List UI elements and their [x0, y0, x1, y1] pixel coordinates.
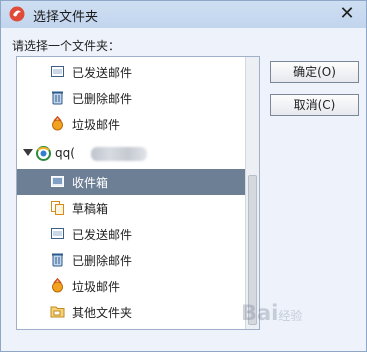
title-bar[interactable]: 选择文件夹 ✕ [1, 1, 366, 28]
tree-item-deleted[interactable]: 已删除邮件 [17, 85, 245, 111]
tree-item-inbox[interactable]: 收件箱 [17, 169, 245, 195]
tree-item-spam[interactable]: 垃圾邮件 [17, 111, 245, 137]
tree-item-sent[interactable]: 已发送邮件 [17, 59, 245, 85]
dialog-title: 选择文件夹 [33, 10, 99, 25]
app-logo-icon [9, 6, 25, 22]
spam-icon [52, 116, 63, 131]
tree-item-label: 已发送邮件 [72, 228, 133, 242]
tree-item-label: 已发送邮件 [72, 66, 133, 80]
select-folder-dialog: 选择文件夹 ✕ 请选择一个文件夹： 已发送邮件 已删除邮件 垃圾邮件 qq(收… [0, 0, 367, 352]
redacted-account-name [91, 147, 147, 161]
tree-item-label: 草稿箱 [72, 202, 109, 216]
cancel-button[interactable]: 取消(C) [270, 94, 359, 116]
prompt-label: 请选择一个文件夹： [12, 39, 121, 53]
folder-icon [50, 306, 65, 318]
account-icon [36, 146, 51, 161]
tree-item-label: 垃圾邮件 [72, 118, 121, 132]
close-icon[interactable]: ✕ [336, 3, 358, 25]
tree-item-sent[interactable]: 已发送邮件 [17, 221, 245, 247]
tree-item-drafts[interactable]: 草稿箱 [17, 195, 245, 221]
watermark-main: Bai [241, 301, 279, 325]
inbox-icon [51, 176, 64, 187]
tree-item-deleted[interactable]: 已删除邮件 [17, 247, 245, 273]
vertical-scrollbar[interactable] [245, 57, 259, 329]
tree-item-account[interactable]: qq( [17, 141, 245, 167]
tree-item-label: 已删除邮件 [72, 254, 133, 268]
tree-item-other-folders[interactable]: 其他文件夹 [17, 299, 245, 325]
tree-item-label: 收件箱 [72, 176, 109, 190]
tree-item-label: 其他文件夹 [72, 306, 133, 320]
tree-item-spam[interactable]: 垃圾邮件 [17, 273, 245, 299]
spam-icon [52, 278, 63, 293]
folder-tree[interactable]: 已发送邮件 已删除邮件 垃圾邮件 qq(收件箱 草稿箱 已发送邮件 已删除邮件… [16, 56, 260, 330]
watermark-sub: 经验 [278, 309, 303, 323]
tree-item-label: 已删除邮件 [72, 92, 133, 106]
trash-icon [52, 253, 63, 267]
drafts-icon [51, 201, 64, 215]
ok-button[interactable]: 确定(O) [270, 61, 359, 83]
sent-mail-icon [51, 228, 64, 239]
trash-icon [52, 91, 63, 105]
account-label: qq( [55, 146, 75, 160]
sent-mail-icon [51, 66, 64, 77]
tree-item-label: 垃圾邮件 [72, 280, 121, 294]
watermark-logo: Bai经验 [241, 301, 302, 325]
chevron-down-icon[interactable] [23, 149, 33, 156]
